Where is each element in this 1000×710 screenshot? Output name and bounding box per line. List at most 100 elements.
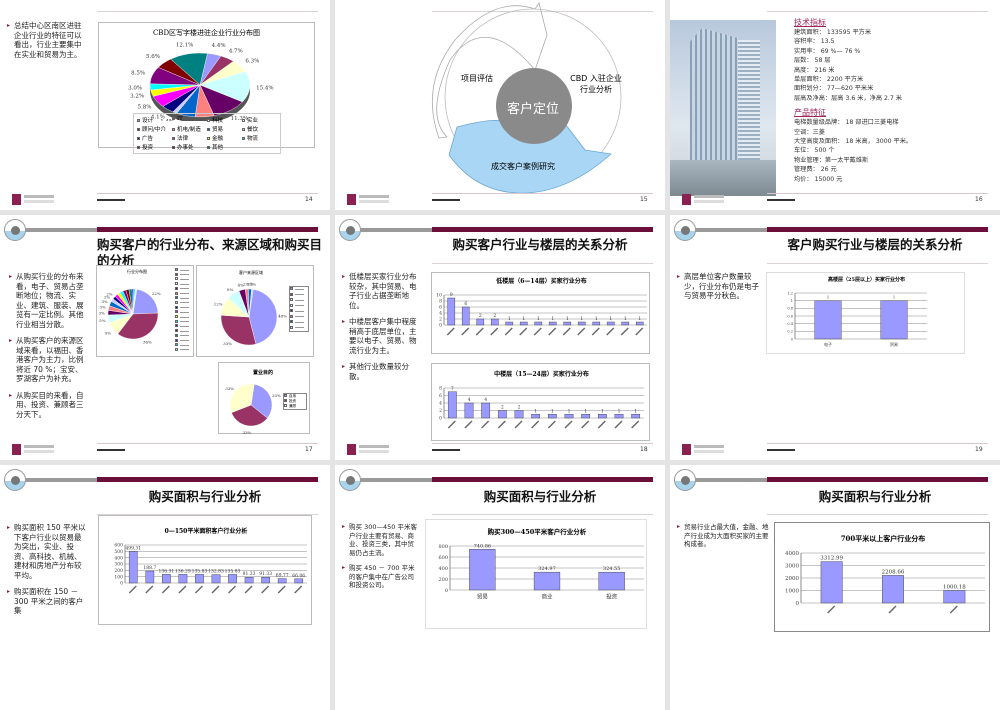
header-bar-accent — [432, 227, 653, 232]
bar — [505, 321, 514, 326]
x-tick-mark — [635, 327, 644, 336]
bar — [882, 575, 904, 604]
pie-label: 8% — [227, 287, 234, 292]
bullet: 购买面积在 150 － 300 平米之间的客户集 — [7, 587, 88, 616]
label-cbd-analysis: CBD 入驻企业行业分析 — [570, 74, 622, 94]
label-case-study: 成交客户案例研究 — [491, 162, 555, 171]
bullet: 从购买客户的来源区域来看，以福田、香港客户为主力，比例将近 70 %；宝安、罗湖… — [9, 336, 88, 384]
slide-19[interactable]: 客户购买行业与楼层的关系分析 高层单位客户数量较少，行业分布仍是电子与贸易平分秋… — [670, 215, 1000, 460]
bar — [631, 414, 641, 419]
legend-label: 科技 — [212, 118, 224, 124]
bar-value-label: 324.55 — [603, 566, 621, 572]
legend-swatch — [207, 146, 210, 149]
y-tick-label: 4 — [439, 401, 442, 407]
pie-label: 12% — [214, 302, 223, 307]
legend-swatch — [175, 315, 178, 319]
y-tick-label: 0.4 — [787, 322, 793, 326]
slide-title: 客户购买行业与楼层的关系分析 — [787, 237, 963, 252]
y-tick-label: 2 — [439, 317, 442, 323]
logo-text — [694, 445, 724, 448]
bar-value-label: 740.86 — [474, 543, 492, 549]
bar — [577, 321, 586, 326]
x-tick-mark — [597, 420, 606, 429]
slide-22[interactable]: 购买面积与行业分析 贸易行业占最大值，金融、地产行业成为大面积买家的主要构成者。… — [670, 465, 1000, 710]
bar — [820, 561, 843, 604]
legend-swatch — [175, 291, 178, 295]
legend-label: 自用 — [289, 394, 296, 398]
legend-label: 餐饮 — [247, 127, 259, 133]
legend-swatch — [290, 320, 293, 323]
pie-label: 1% — [250, 282, 257, 287]
y-tick-label: 3000 — [785, 564, 799, 570]
bar-value-label: 1 — [827, 296, 829, 300]
bar — [490, 318, 499, 326]
header-bar — [695, 228, 767, 232]
y-tick-label: 6 — [439, 305, 442, 311]
legend-swatch — [175, 343, 178, 347]
bar-value-label: 1 — [624, 316, 627, 322]
x-tick-label: 贸易 — [477, 593, 488, 601]
chart-legend — [175, 268, 193, 353]
slide-20[interactable]: 购买面积与行业分析 购买面积 150 平米以下客户行业以贸易最为突出，实业、投资… — [0, 465, 330, 710]
header-bar-accent — [767, 227, 988, 232]
x-tick-mark — [519, 327, 528, 336]
slide-17[interactable]: 购买客户的行业分布、来源区域和购买目的分析 从购买行业的分布来看，电子、贸易占垄… — [0, 215, 330, 460]
bullet: 高层单位客户数量较少，行业分布仍是电子与贸易平分秋色。 — [677, 272, 760, 301]
bar — [563, 321, 572, 326]
legend-swatch — [290, 292, 293, 296]
header-bar-accent — [432, 477, 653, 482]
bar-value-label: 1 — [584, 408, 587, 414]
x-tick-mark — [547, 420, 556, 429]
legend-swatch — [172, 137, 175, 140]
bar-value-label: 135.83 — [192, 568, 208, 574]
x-tick-mark — [447, 420, 456, 429]
footer-divider — [432, 443, 653, 444]
bar — [531, 414, 541, 419]
bar-value-label: 499.31 — [125, 545, 141, 551]
pie-chart: 22%36%9%5%3%3%3%2%2% — [99, 288, 161, 345]
legend-item: 实业 — [242, 116, 277, 124]
bar — [514, 410, 524, 419]
legend-swatch — [175, 268, 178, 271]
bar — [606, 321, 615, 326]
bar-value-label: 4 — [484, 397, 487, 403]
company-logo — [347, 444, 356, 455]
legend-swatch — [242, 137, 245, 140]
legend-swatch — [290, 303, 293, 307]
bar-value-label: 9 — [450, 292, 453, 298]
bar — [162, 574, 171, 584]
slide-21[interactable]: 购买面积与行业分析 购买 300—450 平米客户行业主要有贸易、商业、投资三类… — [335, 465, 665, 710]
x-tick-mark — [194, 585, 203, 594]
x-tick-mark — [631, 420, 640, 429]
header-bar-accent — [767, 477, 988, 482]
bar — [211, 574, 221, 584]
pie-label: 33% — [225, 386, 234, 391]
slide-15[interactable]: 客户定位 项目评估 CBD 入驻企业行业分析 成交客户案例研究 15 — [335, 0, 665, 210]
bar-value-label: 1 — [580, 316, 583, 322]
slide-18[interactable]: 购买客户行业与楼层的关系分析 低楼层买家行业分布较杂，其中贸易、电子行业占据垄断… — [335, 215, 665, 460]
legend-item: 法律 — [172, 134, 207, 142]
legend-swatch — [175, 310, 178, 314]
chart-source-pie: 客户来源区域 48% 33% 12% 8% 4% 2% 2% 1% — [196, 265, 314, 357]
divider — [767, 263, 988, 264]
x-tick-label: 电子 — [824, 341, 832, 347]
bar — [261, 577, 270, 584]
slide-16[interactable]: 技术指标 建筑面积： 133595 平方米 容积率： 13.5 实用率： 69 … — [670, 0, 1000, 210]
header-globe-icon — [339, 219, 361, 241]
legend-swatch — [175, 300, 178, 304]
legend-label: 投资 — [142, 145, 154, 151]
pie-label: 5.6% — [146, 54, 160, 60]
logo-text — [694, 195, 724, 198]
slide-14[interactable]: 总结中心区南区进驻企业行业的特征可以看出，行业主要集中在实业和贸易为主。 CBD… — [0, 0, 330, 210]
spec-line: 高度： 216 米 — [794, 66, 835, 74]
legend-item: 广告 — [137, 134, 172, 142]
legend-label: 金融 — [212, 136, 224, 142]
legend-label: 广告 — [142, 136, 154, 142]
pie-chart: 4.4%4.7%6.3%15.4%11.3%6.0%6.0%1.4%4.1%5.… — [128, 43, 274, 121]
header-globe-icon — [4, 219, 26, 241]
y-tick-label: 200 — [438, 577, 448, 583]
footer-divider — [432, 193, 653, 194]
bar-chart: 中楼层（15—24层）买家行业分布02468 74 42 21 1 1 1 1 1 1 — [439, 370, 644, 429]
legend-swatch — [175, 338, 178, 342]
bar-value-label: 188.7 — [143, 565, 156, 571]
